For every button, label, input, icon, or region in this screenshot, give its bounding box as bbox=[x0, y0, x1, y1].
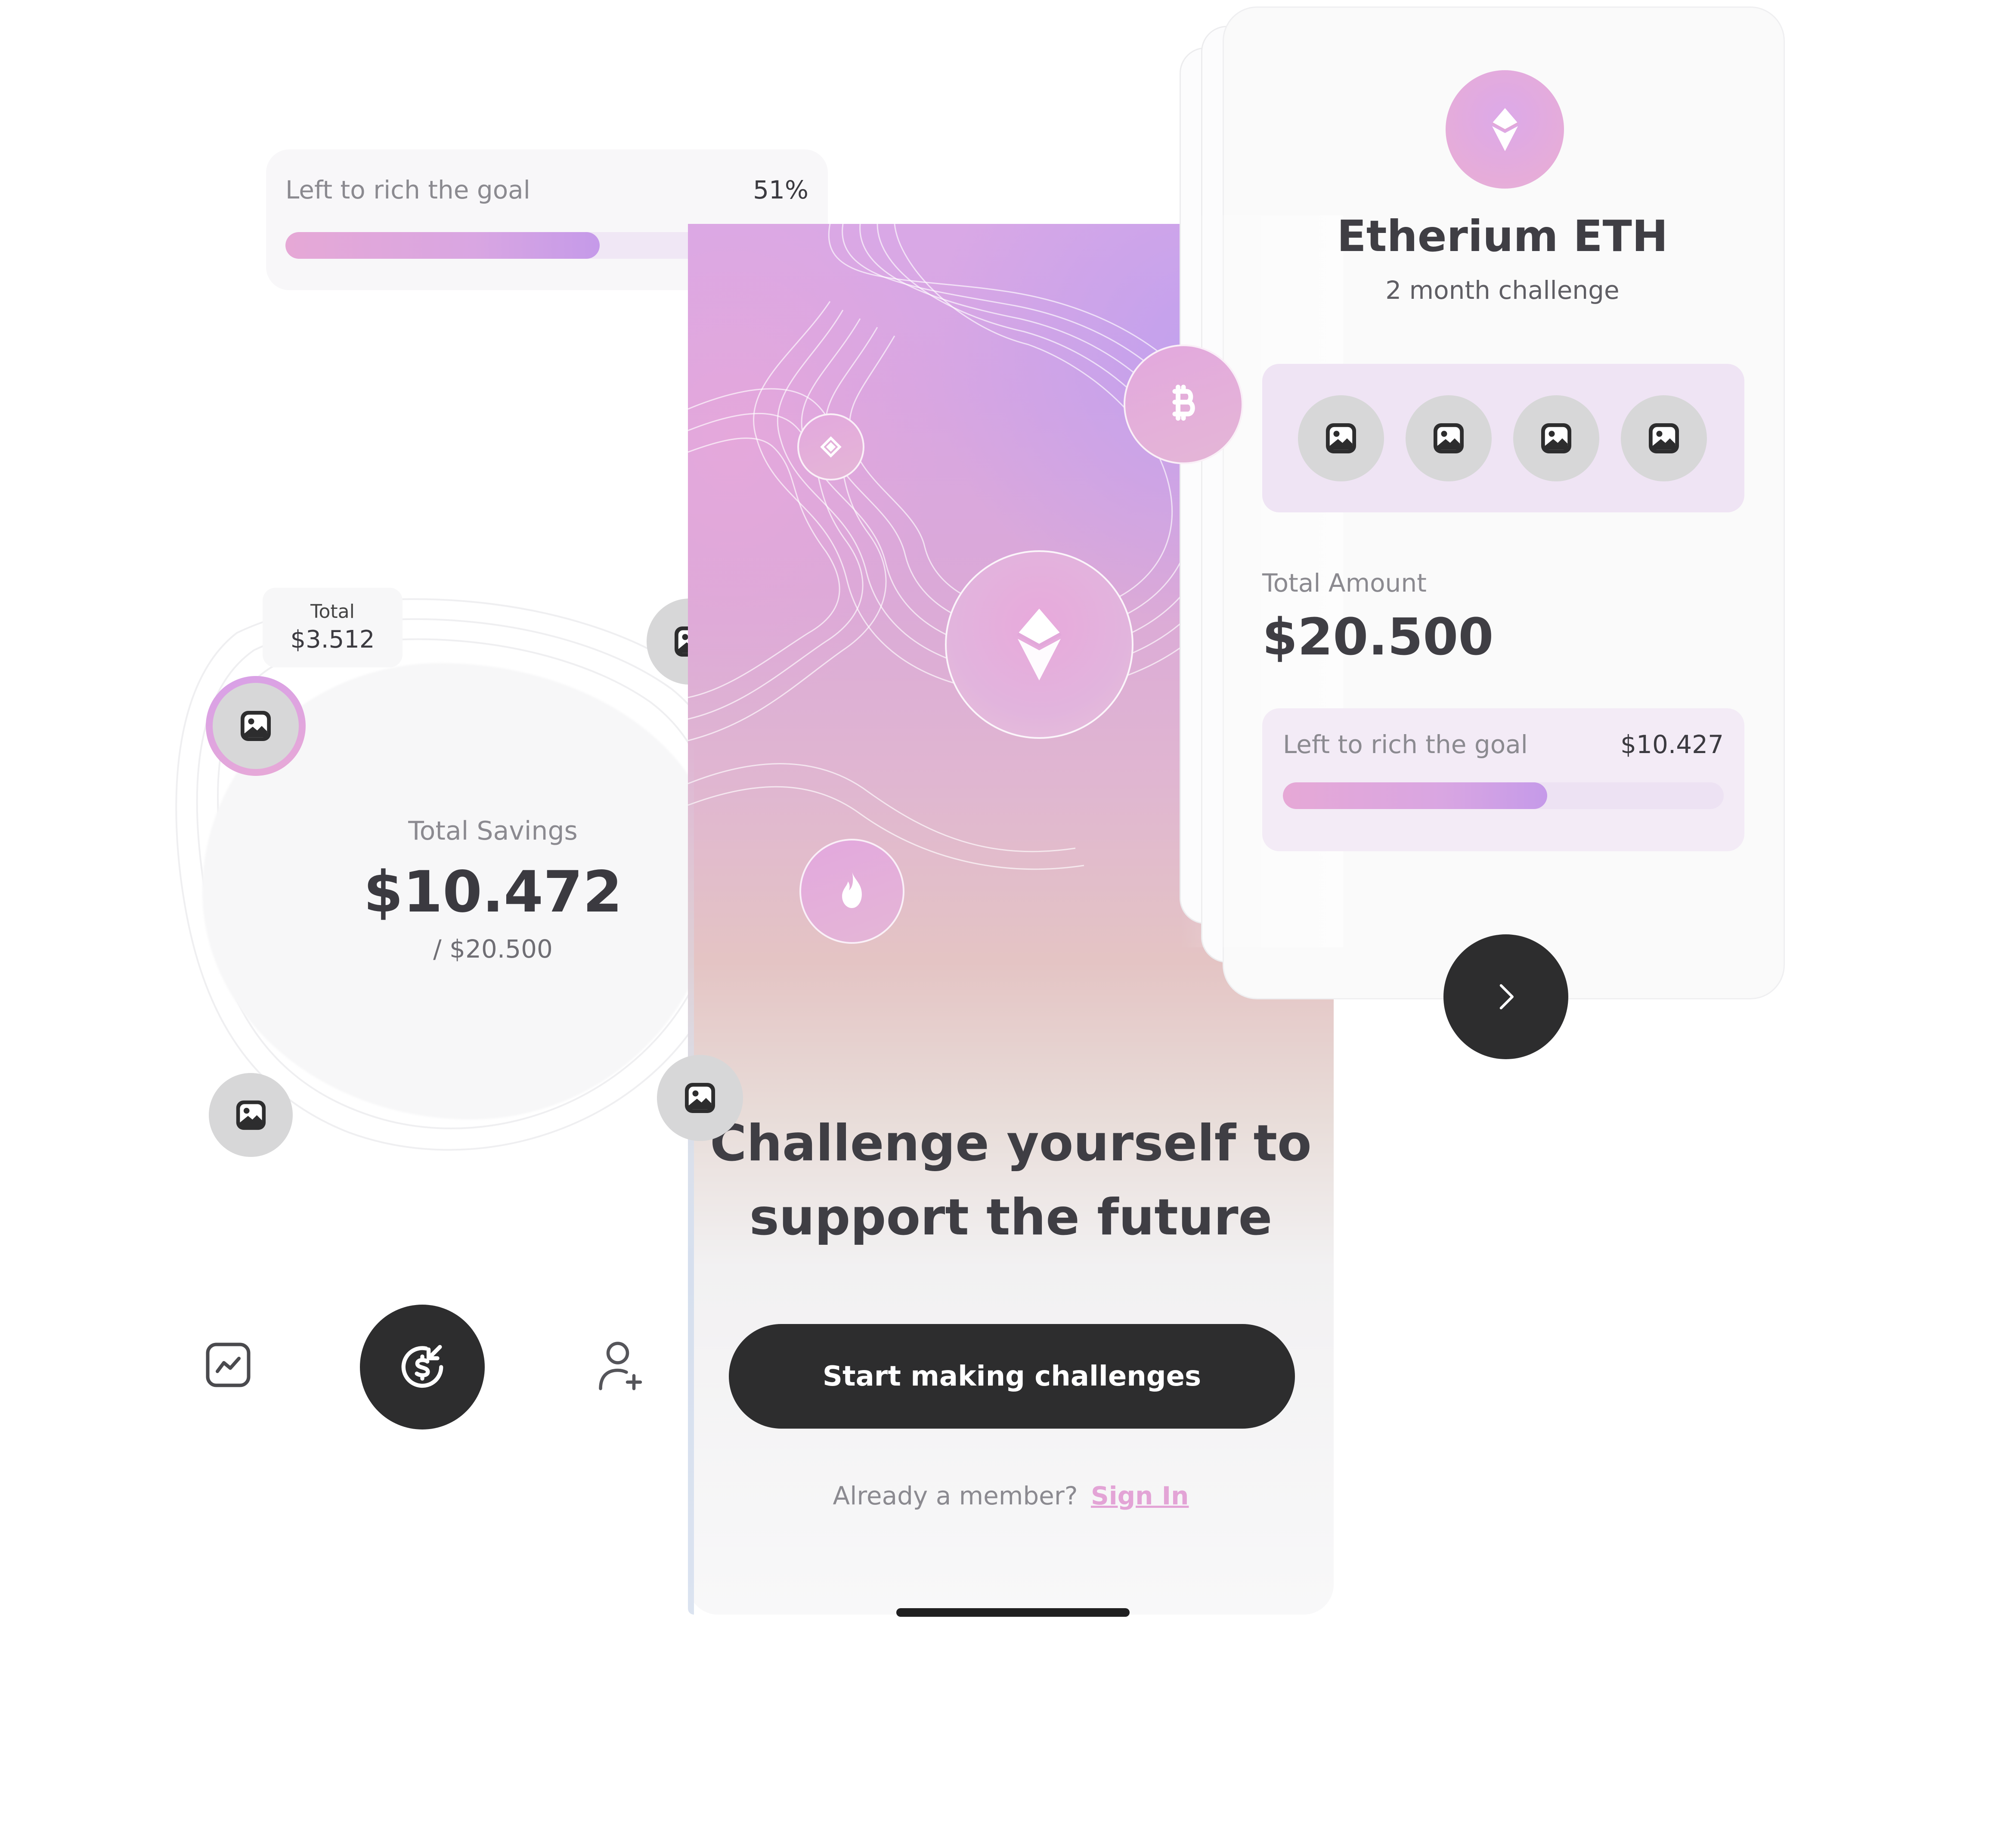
goal-percent: 51% bbox=[753, 175, 808, 205]
bitcoin-coin bbox=[1124, 344, 1243, 464]
headline-line-1: Challenge yourself to bbox=[710, 1114, 1312, 1172]
total-savings-target: / $20.500 bbox=[433, 934, 553, 964]
bitcoin-icon bbox=[1172, 384, 1195, 421]
home-indicator bbox=[896, 1608, 1130, 1617]
binance-icon bbox=[820, 436, 842, 458]
image-placeholder-icon bbox=[1431, 420, 1467, 456]
eth-card-logo bbox=[1446, 70, 1564, 189]
nav-savings-button[interactable] bbox=[360, 1305, 485, 1429]
total-savings-label: Total Savings bbox=[408, 816, 578, 846]
participant-avatar[interactable] bbox=[1621, 395, 1707, 481]
binance-coin bbox=[797, 413, 864, 481]
avatar-selected[interactable] bbox=[206, 676, 306, 776]
member-prompt: Already a member? Sign In bbox=[688, 1481, 1334, 1510]
participant-avatar[interactable] bbox=[1298, 395, 1384, 481]
image-placeholder-icon bbox=[1323, 420, 1359, 456]
participant-avatar[interactable] bbox=[1513, 395, 1599, 481]
start-challenges-button[interactable]: Start making challenges bbox=[729, 1324, 1295, 1429]
fire-icon bbox=[842, 871, 862, 908]
challenge-subtitle: 2 month challenge bbox=[1385, 276, 1620, 305]
chevron-right-icon bbox=[1499, 984, 1514, 1010]
challenge-title: Etherium ETH bbox=[1337, 211, 1668, 261]
total-amount-label: Total Amount bbox=[1262, 568, 1427, 598]
dollar-refresh-icon bbox=[401, 1345, 443, 1388]
goal-label: Left to rich the goal bbox=[285, 175, 530, 205]
challenge-goal-fill bbox=[1283, 782, 1548, 809]
image-placeholder-icon bbox=[1538, 420, 1574, 456]
member-text: Already a member? bbox=[833, 1481, 1078, 1510]
avatar-image bbox=[213, 683, 299, 769]
ethereum-icon bbox=[1017, 608, 1062, 681]
mini-total-tooltip: Total $3.512 bbox=[263, 588, 403, 667]
nav-chart-button[interactable] bbox=[202, 1339, 254, 1391]
add-user-icon bbox=[599, 1342, 642, 1390]
avatar-3[interactable] bbox=[657, 1055, 743, 1141]
participant-avatar[interactable] bbox=[1406, 395, 1492, 481]
total-amount-value: $20.500 bbox=[1262, 607, 1494, 667]
image-placeholder-icon bbox=[1646, 420, 1682, 456]
challenge-goal-label: Left to rich the goal bbox=[1283, 730, 1528, 759]
chart-icon bbox=[206, 1343, 251, 1387]
challenge-goal-value: $10.427 bbox=[1620, 730, 1724, 759]
headline-line-2: support the future bbox=[749, 1188, 1273, 1246]
challenge-goal-box: Left to rich the goal $10.427 bbox=[1262, 708, 1744, 851]
ethereum-coin-main bbox=[945, 550, 1133, 739]
image-placeholder-icon bbox=[238, 708, 274, 744]
mini-total-label: Total bbox=[310, 601, 355, 623]
sign-in-link[interactable]: Sign In bbox=[1091, 1481, 1189, 1510]
nav-add-user-button[interactable] bbox=[594, 1337, 646, 1395]
goal-progress-fill bbox=[285, 232, 600, 259]
onboarding-headline: Challenge yourself to support the future bbox=[688, 1107, 1334, 1255]
next-button[interactable] bbox=[1443, 934, 1568, 1059]
ethereum-icon bbox=[1491, 108, 1518, 151]
avatar-1[interactable] bbox=[209, 1073, 293, 1157]
mini-total-value: $3.512 bbox=[290, 626, 375, 654]
image-placeholder-icon bbox=[233, 1098, 269, 1133]
image-placeholder-icon bbox=[682, 1080, 718, 1116]
challenge-goal-track bbox=[1283, 782, 1724, 809]
participants-strip bbox=[1262, 364, 1744, 512]
total-savings-value: $10.472 bbox=[363, 859, 622, 925]
fire-coin bbox=[799, 839, 904, 944]
